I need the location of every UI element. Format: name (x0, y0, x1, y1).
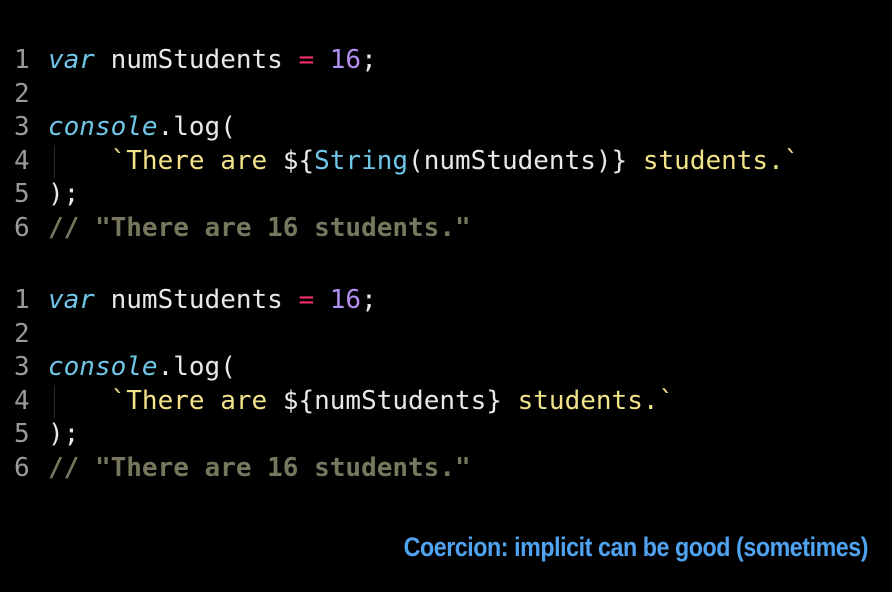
semicolon: ; (361, 45, 377, 75)
code-line-2: 2 (14, 318, 674, 352)
interpolation-open: ${ (282, 145, 315, 176)
code-line-5: 5); (14, 418, 674, 452)
semicolon: ; (361, 285, 377, 315)
log-call: .log( (157, 352, 236, 383)
assignment-operator: = (298, 45, 315, 75)
line-number: 4 (14, 385, 30, 416)
indent-guide (54, 384, 55, 419)
line-number: 1 (14, 285, 30, 315)
code-line-1: 1 var numStudents = 16; (14, 44, 799, 78)
code-block-implicit-coercion: 1 var numStudents = 16; 2 3 console.log( 4… (14, 284, 674, 486)
number-literal: 16 (329, 45, 362, 75)
line-number: 4 (14, 145, 30, 176)
code-line-5: 5); (14, 178, 799, 212)
code-line-1: 1 var numStudents = 16; (14, 284, 674, 318)
variable-name: numStudents (94, 285, 299, 315)
var-keyword: var (48, 45, 95, 75)
code-line-2: 2 (14, 78, 799, 112)
code-block-string-conversion: 1 var numStudents = 16; 2 3 console.log( 4… (14, 44, 799, 246)
function-arguments: (numStudents) (408, 145, 612, 176)
closing-paren: ); (48, 179, 80, 210)
variable-name: numStudents (94, 45, 299, 75)
assignment-operator: = (298, 285, 315, 315)
code-line-3: 3 console.log( (14, 351, 674, 385)
line-number: 2 (14, 318, 30, 349)
interpolation-expression: ${numStudents} (282, 385, 502, 416)
code-line-6: 6 // "There are 16 students." (14, 212, 799, 246)
code-comment: // "There are 16 students." (48, 452, 471, 483)
number-literal: 16 (329, 285, 362, 315)
code-line-3: 3 console.log( (14, 111, 799, 145)
code-line-6: 6 // "There are 16 students." (14, 452, 674, 486)
console-object: console (48, 112, 158, 143)
line-number: 3 (14, 352, 30, 383)
template-string-end: students.` (501, 385, 675, 416)
closing-paren: ); (48, 419, 80, 450)
indent-guide (54, 144, 55, 179)
code-comment: // "There are 16 students." (48, 212, 471, 243)
line-number: 3 (14, 112, 30, 143)
console-object: console (48, 352, 158, 383)
line-number: 1 (14, 45, 30, 75)
string-function: String (314, 145, 409, 176)
line-number: 6 (14, 212, 30, 243)
code-line-4: 4 `There are ${numStudents} students.` (14, 384, 675, 419)
template-string-start: `There are (110, 385, 283, 416)
interpolation-close: } (611, 145, 628, 176)
line-number: 2 (14, 78, 30, 109)
template-string-start: `There are (110, 145, 283, 176)
code-line-4: 4 `There are ${String(numStudents)} stud… (14, 144, 800, 179)
template-string-end: students.` (627, 145, 800, 176)
line-number: 5 (14, 419, 30, 450)
slide-caption: Coercion: implicit can be good (sometime… (403, 532, 869, 562)
line-number: 6 (14, 452, 30, 483)
line-number: 5 (14, 179, 30, 210)
log-call: .log( (157, 112, 236, 143)
var-keyword: var (48, 285, 95, 315)
